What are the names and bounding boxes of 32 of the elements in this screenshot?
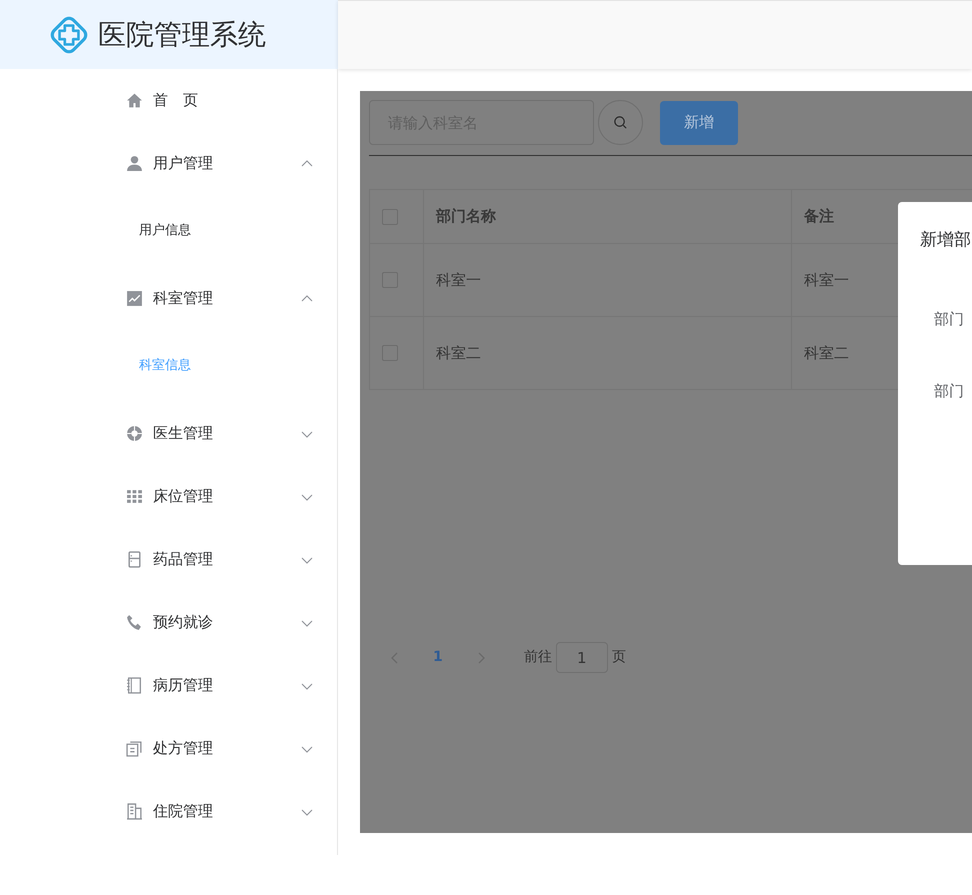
user-icon <box>126 155 143 172</box>
building-icon <box>126 803 143 820</box>
table-cell: 科室二 <box>424 316 792 390</box>
page-suffix: 页 <box>612 648 626 667</box>
goto-label: 前往 <box>524 648 552 667</box>
submenu-item[interactable]: 用户信息 <box>0 195 337 267</box>
sidebar-item[interactable]: 用户管理 <box>0 132 337 195</box>
phone-icon <box>126 614 143 631</box>
field-label: 部门 <box>933 308 965 330</box>
notebook-icon <box>126 677 143 694</box>
sidebar-item[interactable]: 首 页 <box>0 69 337 132</box>
aperture-icon <box>126 425 143 442</box>
grid-icon <box>126 488 143 505</box>
sidebar-item[interactable]: 药品管理 <box>0 528 337 591</box>
sidebar-item[interactable]: 预约就诊 <box>0 591 337 654</box>
sidebar-item[interactable]: 科室管理 <box>0 267 337 330</box>
sidebar-item[interactable]: 病历管理 <box>0 654 337 717</box>
sidebar-item[interactable]: 医生管理 <box>0 402 337 465</box>
search-button[interactable] <box>598 100 643 145</box>
cabinet-icon <box>126 551 143 568</box>
field-label: 部门 <box>933 381 965 402</box>
sidebar-item[interactable]: 处方管理 <box>0 717 337 780</box>
table-cell: 科室一 <box>424 244 792 316</box>
logo-icon <box>48 14 90 56</box>
home-icon <box>126 92 143 109</box>
document-icon <box>126 740 143 757</box>
chart-icon <box>126 290 143 307</box>
sidebar-item[interactable]: 床位管理 <box>0 465 337 528</box>
app-title: 医院管理系统 <box>98 16 266 52</box>
sidebar-item[interactable]: 住院管理 <box>0 780 337 843</box>
search-icon <box>613 115 628 130</box>
column-header: 部门名称 <box>424 190 792 244</box>
